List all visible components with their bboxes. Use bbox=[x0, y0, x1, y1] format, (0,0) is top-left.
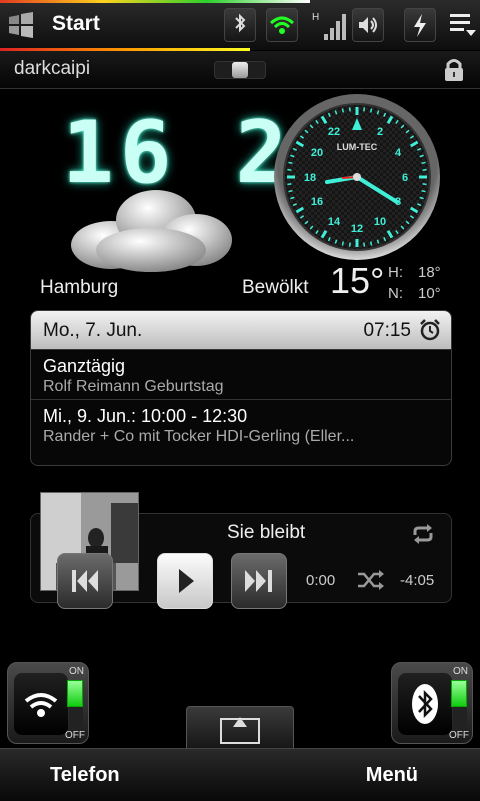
clock-tick bbox=[422, 162, 426, 163]
tab-up-icon bbox=[187, 707, 293, 749]
volume-icon[interactable] bbox=[352, 8, 384, 42]
next-button[interactable] bbox=[231, 553, 287, 609]
calendar-event[interactable]: Ganztägig Rolf Reimann Geburtstag bbox=[31, 349, 451, 399]
toggle-off-indicator bbox=[453, 707, 467, 727]
event-title: Ganztägig bbox=[43, 356, 125, 377]
menu-softkey[interactable]: Menü bbox=[366, 764, 418, 787]
clock-tick bbox=[289, 191, 293, 192]
weather-high: 18° bbox=[418, 262, 441, 283]
elapsed-time: 0:00 bbox=[306, 572, 335, 589]
clock-label-22: 22 bbox=[328, 126, 340, 138]
clock-tick bbox=[422, 191, 426, 192]
clock-label-4: 4 bbox=[395, 147, 402, 159]
status-rainbow-line bbox=[0, 0, 310, 3]
softkey-bar: Telefon Menü bbox=[0, 748, 480, 801]
previous-icon bbox=[58, 554, 112, 608]
status-bar: Start H bbox=[0, 0, 480, 50]
alarm-clock-icon[interactable] bbox=[419, 319, 441, 341]
alarm-time[interactable]: 07:15 bbox=[363, 320, 411, 342]
clock-tick bbox=[371, 242, 372, 246]
clock-brand: LUM-TEC bbox=[337, 142, 378, 152]
next-icon bbox=[232, 554, 286, 608]
play-icon bbox=[158, 554, 212, 608]
clock-label-6: 6 bbox=[402, 172, 408, 184]
calendar-header[interactable]: Mo., 7. Jun. 07:15 bbox=[31, 311, 451, 349]
event-title: Mi., 9. Jun.: 10:00 - 12:30 bbox=[43, 406, 247, 427]
clock-label-10: 10 bbox=[374, 216, 386, 228]
bluetooth-toggle-face bbox=[398, 673, 452, 735]
shuffle-icon[interactable] bbox=[356, 568, 386, 592]
bluetooth-toggle[interactable]: ON OFF bbox=[391, 662, 473, 744]
clock-tick bbox=[342, 242, 343, 246]
toggle-on-indicator bbox=[67, 680, 83, 707]
start-title[interactable]: Start bbox=[52, 12, 100, 36]
app-launcher-button[interactable] bbox=[186, 706, 294, 749]
bluetooth-toggle-icon bbox=[398, 673, 452, 735]
cloud-weather-icon[interactable] bbox=[66, 185, 236, 275]
clock-label-20: 20 bbox=[311, 147, 323, 159]
toggle-off-label: OFF bbox=[65, 730, 85, 741]
svg-text:H: H bbox=[312, 12, 319, 23]
weather-high-label: H: bbox=[388, 264, 403, 281]
weather-condition: Bewölkt bbox=[242, 277, 309, 299]
telefon-softkey[interactable]: Telefon bbox=[50, 764, 120, 787]
toggle-on-label: ON bbox=[69, 666, 84, 677]
owner-name: darkcaipi bbox=[14, 58, 90, 80]
clock-label-18: 18 bbox=[304, 172, 316, 184]
toggle-on-label: ON bbox=[453, 666, 468, 677]
toggle-off-indicator bbox=[69, 707, 83, 727]
calendar-date: Mo., 7. Jun. bbox=[43, 320, 142, 342]
lock-row: darkcaipi bbox=[0, 51, 480, 89]
lock-icon[interactable] bbox=[442, 57, 466, 83]
unlock-slider-knob[interactable] bbox=[232, 62, 248, 78]
wifi-icon[interactable] bbox=[266, 8, 298, 42]
weather-low-label: N: bbox=[388, 285, 403, 302]
event-subtitle: Rander + Co mit Tocker HDI-Gerling (Elle… bbox=[43, 428, 354, 446]
weather-city: Hamburg bbox=[40, 277, 118, 299]
weather-high-low: H: 18° N: 10° bbox=[388, 262, 448, 304]
event-subtitle: Rolf Reimann Geburtstag bbox=[43, 378, 224, 396]
calendar-event[interactable]: Mi., 9. Jun.: 10:00 - 12:30 Rander + Co … bbox=[31, 399, 451, 449]
weather-low: 10° bbox=[418, 283, 441, 304]
clock-label-16: 16 bbox=[311, 196, 323, 208]
toggle-off-label: OFF bbox=[449, 730, 469, 741]
clock-tick bbox=[342, 109, 343, 113]
toggle-on-indicator bbox=[451, 680, 467, 707]
bluetooth-icon[interactable] bbox=[224, 8, 256, 42]
windows-start-icon[interactable] bbox=[6, 10, 36, 40]
clock-label-2: 2 bbox=[377, 126, 383, 138]
remaining-time: -4:05 bbox=[400, 572, 434, 589]
wifi-toggle[interactable]: ON OFF bbox=[7, 662, 89, 744]
weather-temperature: 15° bbox=[330, 260, 384, 302]
wifi-toggle-face bbox=[14, 673, 68, 735]
play-button[interactable] bbox=[157, 553, 213, 609]
wifi-toggle-icon bbox=[14, 673, 68, 735]
unlock-slider[interactable] bbox=[214, 61, 266, 79]
repeat-icon[interactable] bbox=[410, 522, 436, 546]
menu-lines-icon[interactable] bbox=[448, 12, 478, 40]
charging-icon[interactable] bbox=[404, 8, 436, 42]
clock-label-14: 14 bbox=[328, 216, 341, 228]
clock-tick bbox=[289, 162, 293, 163]
calendar-widget[interactable]: Mo., 7. Jun. 07:15 Ganztägig Rolf Reiman… bbox=[30, 310, 452, 466]
previous-button[interactable] bbox=[57, 553, 113, 609]
clock-tick bbox=[371, 109, 372, 113]
track-title: Sie bleibt bbox=[227, 522, 305, 544]
signal-h-icon[interactable]: H bbox=[310, 8, 346, 42]
clock-label-12: 12 bbox=[351, 223, 363, 235]
analog-clock[interactable]: 22 2 20 4 18 6 16 8 14 10 12 LUM-TEC bbox=[272, 92, 442, 262]
